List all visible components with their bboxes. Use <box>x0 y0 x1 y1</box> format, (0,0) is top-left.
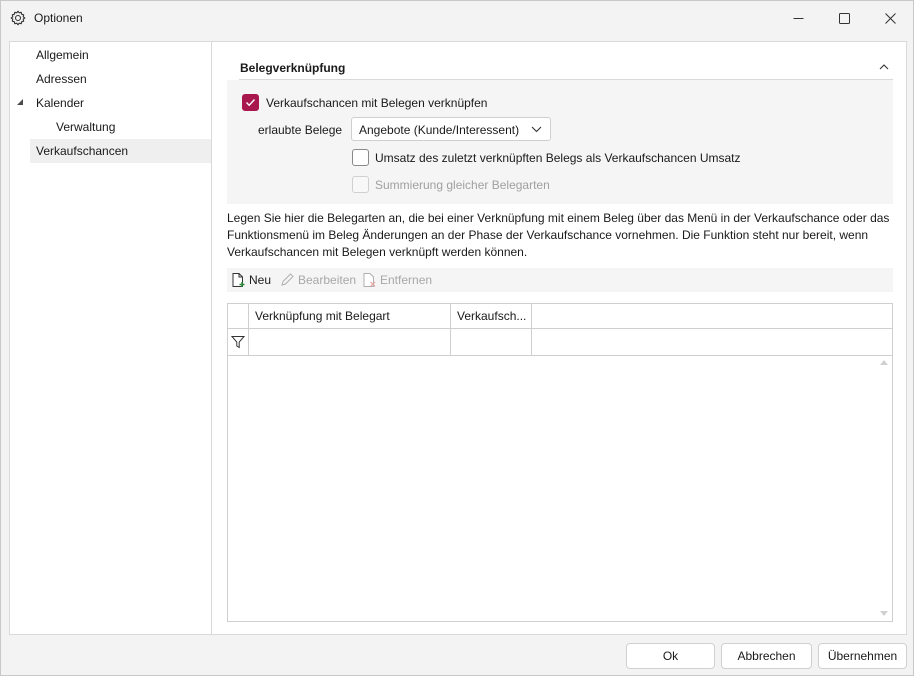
new-button-label: Neu <box>249 273 272 287</box>
sidebar-item-label: Verwaltung <box>56 120 116 134</box>
column-header-verkaufschance[interactable]: Verkaufsch... <box>451 304 532 329</box>
minimize-icon <box>793 17 803 19</box>
tree-expanded-icon[interactable] <box>16 98 24 106</box>
cancel-button[interactable]: Abbrechen <box>721 643 812 669</box>
remove-button-label: Entfernen <box>380 273 433 287</box>
checkmark-icon <box>246 99 256 107</box>
section-title: Belegverknüpfung <box>240 61 346 75</box>
sidebar-item-verkaufschancen[interactable]: Verkaufschancen <box>30 139 211 163</box>
sidebar-item-label: Adressen <box>36 72 87 86</box>
row-indicator-header <box>228 304 249 329</box>
maximize-button[interactable] <box>821 1 867 35</box>
new-button[interactable]: Neu <box>230 268 271 292</box>
close-button[interactable] <box>867 1 913 35</box>
ok-button[interactable]: Ok <box>626 643 715 669</box>
link-checkbox[interactable] <box>242 94 259 111</box>
allowed-label: erlaubte Belege <box>258 123 343 137</box>
umsatz-checkbox-label: Umsatz des zuletzt verknüpften Belegs al… <box>375 151 741 165</box>
sidebar-item-label: Verkaufschancen <box>36 144 129 158</box>
description-text: Legen Sie hier die Belegarten an, die be… <box>227 211 890 259</box>
sidebar-item-kalender[interactable]: Kalender <box>30 91 211 115</box>
belegart-grid: Verknüpfung mit Belegart Verkaufsch... <box>227 303 893 622</box>
filter-icon <box>231 336 245 349</box>
pencil-icon <box>281 273 294 286</box>
filter-cell-verknuepfung[interactable] <box>249 329 451 355</box>
apply-button[interactable]: Übernehmen <box>818 643 907 669</box>
allowed-select-value: Angebote (Kunde/Interessent) <box>359 123 520 137</box>
edit-button[interactable]: Bearbeiten <box>279 268 356 292</box>
filter-row <box>228 329 892 356</box>
sidebar-item-verwaltung[interactable]: Verwaltung <box>50 115 211 139</box>
allowed-select[interactable]: Angebote (Kunde/Interessent) <box>351 117 551 141</box>
chevron-down-icon <box>531 126 542 133</box>
remove-button[interactable]: Entfernen <box>361 268 432 292</box>
summierung-checkbox-label: Summierung gleicher Belegarten <box>375 178 550 192</box>
section-header[interactable]: Belegverknüpfung <box>239 56 893 80</box>
filter-cell-verkaufschance[interactable] <box>451 329 532 355</box>
options-group: Verkaufschancen mit Belegen verknüpfen e… <box>227 80 893 204</box>
umsatz-checkbox[interactable] <box>352 149 369 166</box>
dialog-content: Allgemein Adressen Kalender Verwaltung V… <box>9 41 907 635</box>
sidebar-item-allgemein[interactable]: Allgemein <box>30 43 211 67</box>
edit-button-label: Bearbeiten <box>298 273 357 287</box>
column-header-verknuepfung[interactable]: Verknüpfung mit Belegart <box>249 304 451 329</box>
maximize-icon <box>838 12 850 24</box>
summierung-checkbox[interactable] <box>352 176 369 193</box>
sidebar-item-label: Allgemein <box>36 48 89 62</box>
delete-document-icon <box>363 273 376 287</box>
new-document-icon <box>232 273 245 287</box>
title-bar[interactable]: Optionen <box>1 1 913 35</box>
scroll-down-icon[interactable] <box>880 611 888 617</box>
chevron-up-icon[interactable] <box>879 62 889 72</box>
gear-icon <box>10 10 26 26</box>
link-checkbox-label: Verkaufschancen mit Belegen verknüpfen <box>266 96 488 110</box>
scroll-up-icon[interactable] <box>880 359 888 365</box>
sidebar-item-label: Kalender <box>36 96 85 110</box>
minimize-button[interactable] <box>775 1 821 35</box>
sidebar-item-adressen[interactable]: Adressen <box>30 67 211 91</box>
category-tree: Allgemein Adressen Kalender Verwaltung V… <box>10 42 212 634</box>
options-dialog: Optionen Allgemein Adressen Kalender Ver… <box>0 0 914 676</box>
grid-toolbar: Neu Bearbeiten Entfernen <box>227 268 893 292</box>
window-title: Optionen <box>34 11 83 25</box>
grid-header: Verknüpfung mit Belegart Verkaufsch... <box>228 304 892 329</box>
close-icon <box>884 12 896 24</box>
filter-icon-cell[interactable] <box>228 329 249 355</box>
settings-panel: Belegverknüpfung Verkaufschancen mit Bel… <box>227 42 907 634</box>
